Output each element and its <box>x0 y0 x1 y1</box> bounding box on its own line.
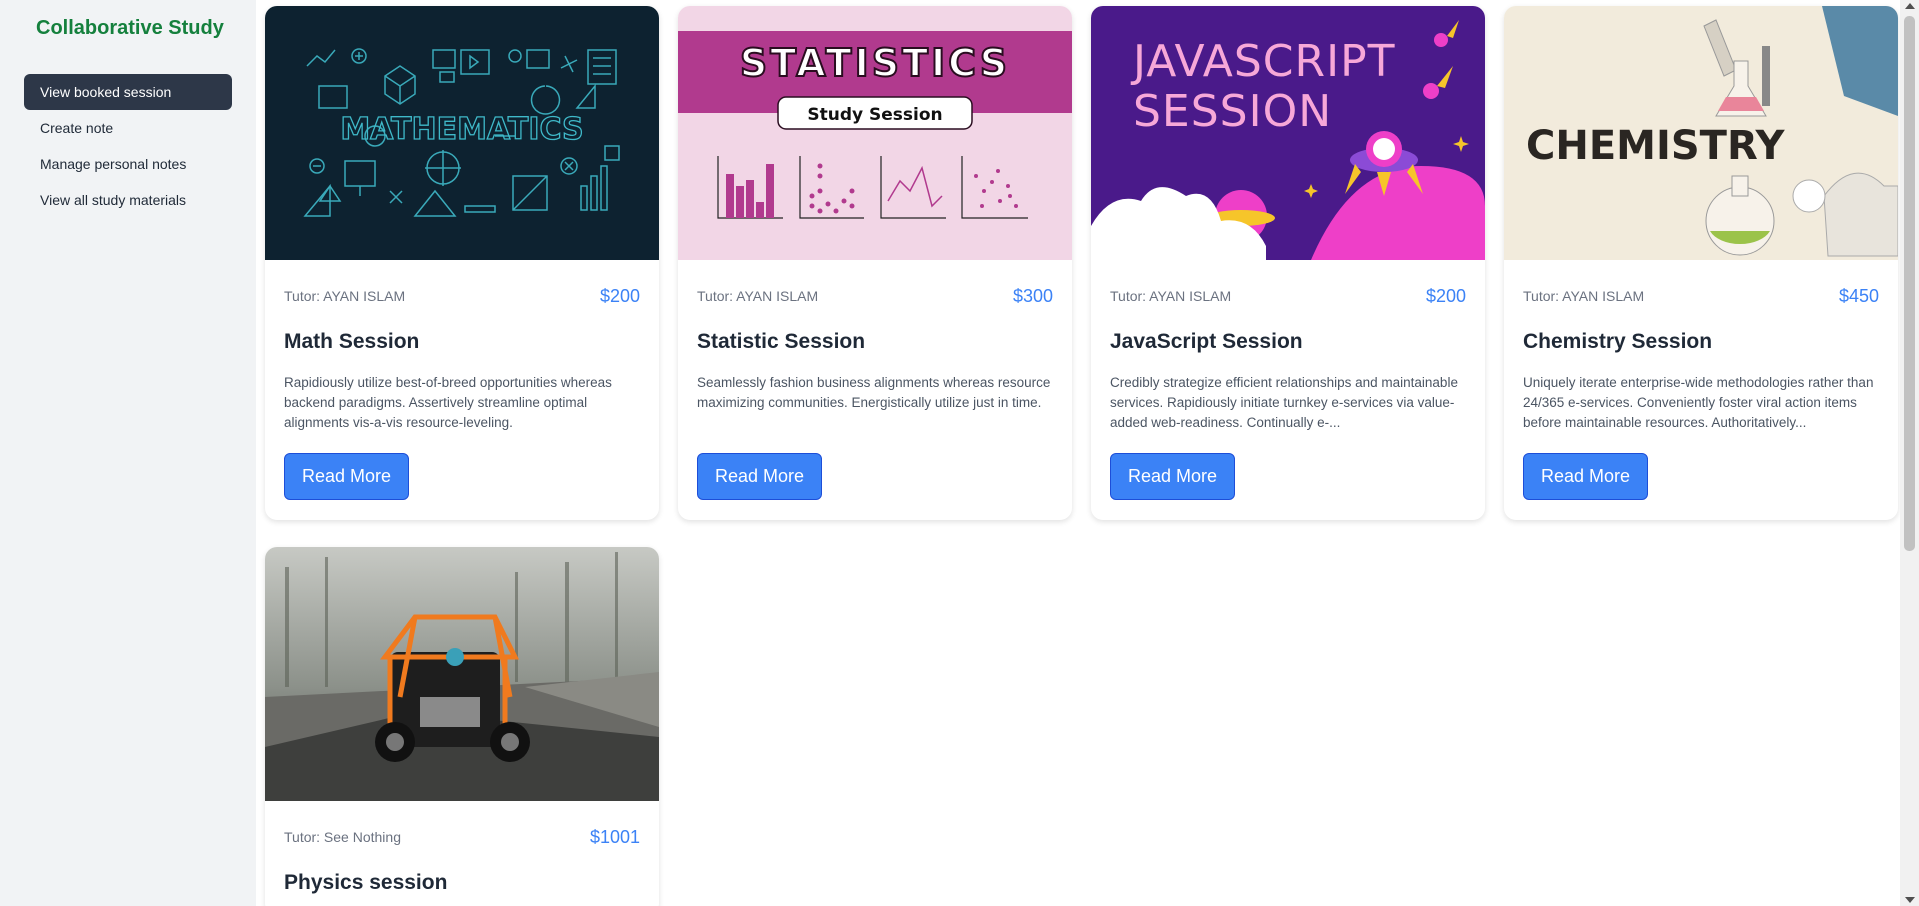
price-label: $450 <box>1838 285 1879 306</box>
card-title: JavaScript Session <box>1110 330 1303 353</box>
card-description: Uniquely iterate enterprise-wide methodo… <box>1523 375 1874 430</box>
tutor-label: Tutor: AYAN ISLAM <box>1110 288 1232 304</box>
tutor-label: Tutor: See Nothing <box>284 829 401 845</box>
card-description: Credibly strategize efficient relationsh… <box>1110 375 1458 430</box>
scroll-up-arrow-icon[interactable] <box>1905 3 1915 9</box>
card-title: Statistic Session <box>697 330 866 353</box>
card-meta: Tutor: AYAN ISLAM $200 <box>284 286 640 306</box>
statistics-image-text: STATISTICS <box>740 41 1010 85</box>
session-card-statistics: STATISTICS Study Session Tutor: AYAN ISL… <box>678 6 1072 520</box>
card-meta: Tutor: AYAN ISLAM $200 <box>1110 286 1466 306</box>
statistics-image: STATISTICS Study Session <box>678 6 1072 260</box>
card-meta: Tutor: AYAN ISLAM $450 <box>1523 286 1879 306</box>
session-card-math: MATHEMATICS Tutor: AYAN ISLAM $200 Math … <box>265 6 659 520</box>
card-meta: Tutor: AYAN ISLAM $300 <box>697 286 1053 306</box>
session-card-javascript: JAVASCRIPT SESSION Tutor: AYAN ISLAM $20… <box>1091 6 1485 520</box>
sidebar-nav: View booked session Create note Manage p… <box>24 74 232 218</box>
scroll-thumb[interactable] <box>1904 16 1915 551</box>
read-more-button[interactable]: Read More <box>697 453 823 500</box>
card-body: Tutor: AYAN ISLAM $200 Math Session Rapi… <box>265 260 659 520</box>
price-label: $300 <box>1012 285 1053 306</box>
javascript-image-subtext: SESSION <box>1133 86 1332 137</box>
tutor-label: Tutor: AYAN ISLAM <box>1523 288 1645 304</box>
price-label: $200 <box>1425 285 1466 306</box>
card-body: Tutor: AYAN ISLAM $450 Chemistry Session… <box>1504 260 1898 520</box>
math-image: MATHEMATICS <box>265 6 659 260</box>
card-body: Tutor: AYAN ISLAM $300 Statistic Session… <box>678 260 1072 520</box>
card-title: Chemistry Session <box>1523 330 1713 353</box>
sidebar-item-manage-personal-notes[interactable]: Manage personal notes <box>24 146 232 182</box>
statistics-image-subtext: Study Session <box>807 105 942 125</box>
main-content: MATHEMATICS Tutor: AYAN ISLAM $200 Math … <box>256 0 1900 906</box>
tutor-label: Tutor: AYAN ISLAM <box>284 288 406 304</box>
vertical-scrollbar[interactable] <box>1900 0 1919 906</box>
price-label: $1001 <box>589 826 640 847</box>
session-card-chemistry: CHEMISTRY Tutor: AYAN ISLAM $450 Chemist… <box>1504 6 1898 520</box>
card-body: Tutor: AYAN ISLAM $200 JavaScript Sessio… <box>1091 260 1485 520</box>
read-more-button[interactable]: Read More <box>284 453 410 500</box>
card-description: Seamlessly fashion business alignments w… <box>697 375 1051 410</box>
javascript-image: JAVASCRIPT SESSION <box>1091 6 1485 260</box>
read-more-button[interactable]: Read More <box>1110 453 1236 500</box>
price-label: $200 <box>599 285 640 306</box>
chemistry-image-text: CHEMISTRY <box>1526 123 1786 169</box>
session-card-physics: Tutor: See Nothing $1001 Physics session <box>265 547 659 906</box>
physics-image <box>265 547 659 801</box>
chemistry-image: CHEMISTRY <box>1504 6 1898 260</box>
read-more-button[interactable]: Read More <box>1523 453 1649 500</box>
scroll-down-arrow-icon[interactable] <box>1905 897 1915 903</box>
tutor-label: Tutor: AYAN ISLAM <box>697 288 819 304</box>
sidebar-item-create-note[interactable]: Create note <box>24 110 232 146</box>
sidebar-item-view-all-study-materials[interactable]: View all study materials <box>24 182 232 218</box>
sidebar-item-view-booked-session[interactable]: View booked session <box>24 74 232 110</box>
sidebar: Collaborative Study View booked session … <box>0 0 256 906</box>
card-description: Rapidiously utilize best-of-breed opport… <box>284 375 612 430</box>
card-title: Math Session <box>284 330 420 353</box>
math-image-text: MATHEMATICS <box>340 112 583 147</box>
javascript-image-text: JAVASCRIPT <box>1130 36 1395 87</box>
card-meta: Tutor: See Nothing $1001 <box>284 827 640 847</box>
card-body: Tutor: See Nothing $1001 Physics session <box>265 801 659 906</box>
card-title: Physics session <box>284 871 448 894</box>
brand-title[interactable]: Collaborative Study <box>36 17 224 40</box>
